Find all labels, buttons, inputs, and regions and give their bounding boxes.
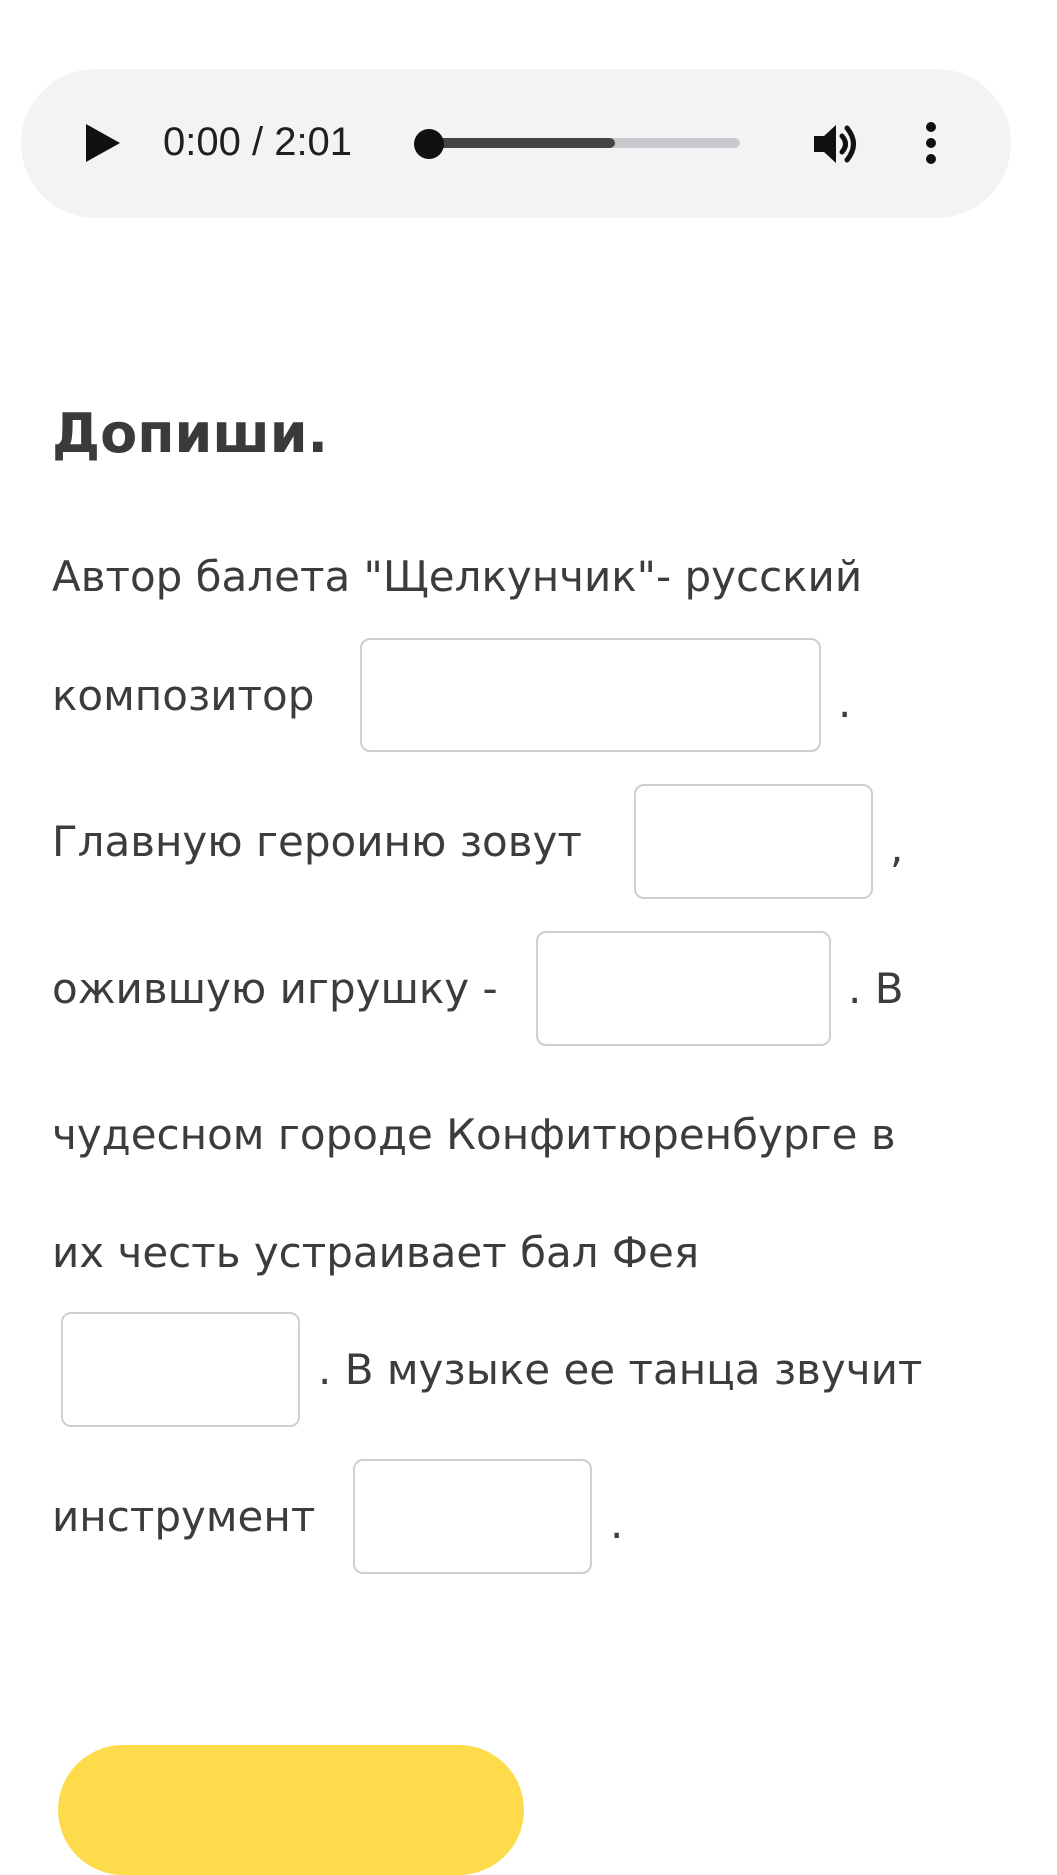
more-vertical-icon [926,122,936,164]
task-text-toy-label: ожившую игрушку - [52,964,498,1013]
task-text-line-1: Автор балета "Щелкунчик"- русский [52,552,863,601]
submit-button[interactable] [58,1745,524,1875]
heroine-answer-input[interactable] [634,784,873,899]
task-text-line-5: чудесном городе Конфитюренбурге в [52,1110,896,1159]
play-icon [86,124,120,162]
composer-answer-input[interactable] [360,638,821,752]
task-text-period-v: . В [848,964,904,1013]
task-text-composer-label: композитор [52,671,315,720]
task-text-heroine-label: Главную героиню зовут [52,817,582,866]
volume-button[interactable] [810,120,862,168]
fairy-answer-input[interactable] [61,1312,300,1427]
seek-buffered-bar [428,138,615,148]
time-display: 0:00 / 2:01 [163,120,353,164]
task-text-period-1: . [838,678,852,727]
instrument-answer-input[interactable] [353,1459,592,1574]
more-options-button[interactable] [918,118,944,168]
task-title: Допиши. [52,402,329,465]
task-text-period-2: . [610,1499,624,1548]
task-text-instrument-label: инструмент [52,1492,316,1541]
volume-icon [814,125,856,163]
seek-slider[interactable] [414,129,740,159]
play-button[interactable] [80,118,126,168]
task-text-line-6: их честь устраивает бал Фея [52,1228,700,1277]
toy-answer-input[interactable] [536,931,831,1046]
seek-thumb[interactable] [414,129,444,159]
task-text-comma: , [890,823,904,872]
task-text-line-7: . В музыке ее танца звучит [318,1345,923,1394]
